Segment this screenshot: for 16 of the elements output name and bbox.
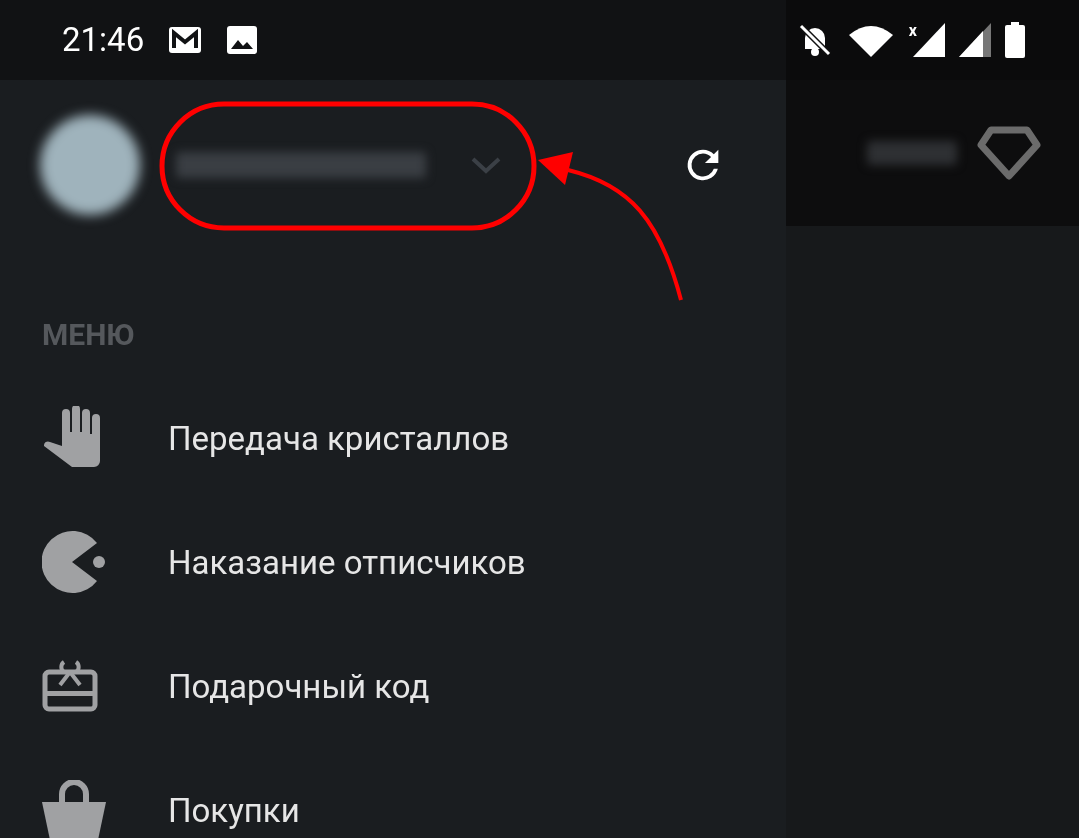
signal-icon: [959, 23, 991, 57]
battery-icon: [1005, 22, 1025, 58]
clock: 21:46: [62, 19, 145, 62]
menu-item[interactable]: Передача кристаллов: [42, 376, 786, 500]
menu-item[interactable]: Подарочный код: [42, 624, 786, 748]
menu-item[interactable]: Покупки: [42, 748, 786, 838]
menu-item[interactable]: Наказание отписчиков: [42, 500, 786, 624]
diamond-icon[interactable]: [977, 125, 1041, 181]
section-title: МЕНЮ: [42, 320, 136, 350]
avatar[interactable]: [40, 115, 140, 215]
mail-icon: [168, 26, 203, 54]
image-icon: [226, 25, 259, 55]
shopping-bag-icon: [42, 780, 106, 838]
gift-card-icon: [42, 660, 98, 712]
pacman-icon: [42, 530, 106, 594]
signal-label: x: [908, 23, 917, 39]
